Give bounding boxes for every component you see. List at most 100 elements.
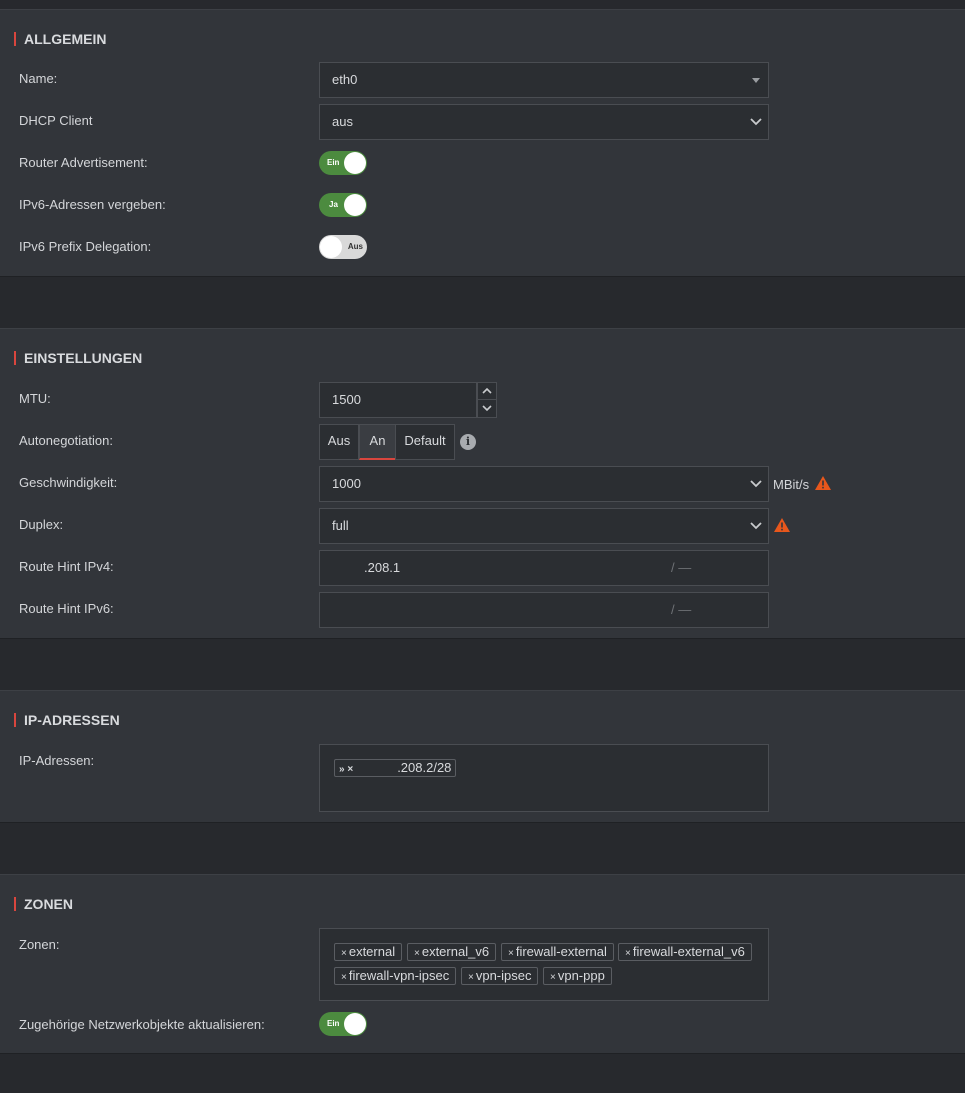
zones-label: Zonen:: [19, 937, 60, 952]
zones-box[interactable]: × external × external_v6 × firewall-externa…: [319, 928, 769, 1001]
close-icon[interactable]: ×: [550, 972, 556, 983]
zone-tag[interactable]: × firewall-external: [501, 943, 614, 961]
mtu-label: MTU:: [19, 391, 51, 406]
spinner-down-icon[interactable]: [478, 400, 496, 417]
zone-tag-label: vpn-ipsec: [475, 968, 532, 983]
zone-tag-label: external_v6: [421, 944, 490, 959]
duplex-select[interactable]: full: [319, 508, 769, 544]
route-v4-value: .208.1: [364, 560, 401, 575]
router-adv-toggle[interactable]: Ein: [319, 151, 367, 175]
ip-addresses-box[interactable]: » × .208.2/28: [319, 744, 769, 812]
row-speed: Geschwindigkeit: 1000 MBit/s: [0, 466, 965, 502]
route-v4-input[interactable]: .208.1 / —: [319, 550, 769, 586]
chevron-down-icon: [750, 509, 762, 543]
zone-tag[interactable]: × external_v6: [407, 943, 497, 961]
row-mtu: MTU: 1500: [0, 382, 965, 418]
spinner-up-icon[interactable]: [478, 383, 496, 400]
section-title: ZONEN: [14, 897, 73, 911]
ipv6-addr-toggle[interactable]: Ja: [319, 193, 367, 217]
toggle-text: Ein: [327, 1019, 340, 1028]
route-v4-prefix-suffix: / —: [671, 560, 692, 575]
masked-address: [353, 760, 398, 772]
ip-address-value: .208.2/28: [397, 760, 452, 775]
caret-down-icon: [752, 78, 760, 83]
autoneg-option-an[interactable]: An: [359, 424, 396, 460]
zone-tag[interactable]: × external: [334, 943, 403, 961]
toggle-knob: [320, 236, 342, 258]
info-icon[interactable]: i: [460, 434, 476, 450]
row-router-advertisement: Router Advertisement: Ein: [0, 146, 965, 182]
panel-ip-adressen: IP-ADRESSEN IP-Adressen: » × .208.2/28: [0, 690, 965, 823]
row-ipv6-addresses: IPv6-Adressen vergeben: Ja: [0, 188, 965, 224]
speed-unit: MBit/s: [773, 477, 810, 492]
close-icon[interactable]: ×: [341, 948, 347, 959]
name-select[interactable]: eth0: [319, 62, 769, 98]
name-label: Name:: [19, 71, 58, 86]
dhcp-value: aus: [332, 114, 353, 129]
row-dhcp: DHCP Client aus: [0, 104, 965, 140]
ipv6-addr-label: IPv6-Adressen vergeben:: [19, 197, 166, 212]
update-label: Zugehörige Netzwerkobjekte aktualisieren…: [19, 1017, 265, 1032]
close-icon[interactable]: ×: [625, 948, 631, 959]
row-ip-addresses: IP-Adressen: » × .208.2/28: [0, 744, 965, 812]
route-v6-prefix-suffix: / —: [671, 602, 692, 617]
zone-tag-label: vpn-ppp: [557, 968, 605, 983]
zone-tag[interactable]: × vpn-ppp: [543, 967, 612, 985]
toggle-text: Aus: [347, 242, 363, 251]
row-autonegotiation: Autonegotiation: Aus An Default i: [0, 424, 965, 460]
duplex-label: Duplex:: [19, 517, 64, 532]
row-duplex: Duplex: full: [0, 508, 965, 544]
close-icon[interactable]: ×: [341, 972, 347, 983]
toggle-knob: [344, 152, 366, 174]
row-ipv6-prefix: IPv6 Prefix Delegation: Aus: [0, 230, 965, 266]
ipv6-prefix-label: IPv6 Prefix Delegation:: [19, 239, 152, 254]
autoneg-option-default[interactable]: Default: [395, 424, 455, 460]
zone-tag-label: firewall-vpn-ipsec: [348, 968, 450, 983]
row-name: Name: eth0: [0, 62, 965, 98]
zone-tag-label: firewall-external: [515, 944, 607, 959]
router-adv-label: Router Advertisement:: [19, 155, 148, 170]
route-v6-label: Route Hint IPv6:: [19, 601, 114, 616]
panel-einstellungen: EINSTELLUNGEN MTU: 1500 Autonegotiation:…: [0, 328, 965, 639]
mtu-input[interactable]: 1500: [319, 382, 477, 418]
section-title: ALLGEMEIN: [14, 32, 106, 46]
dhcp-select[interactable]: aus: [319, 104, 769, 140]
section-title: EINSTELLUNGEN: [14, 351, 142, 365]
zone-tag[interactable]: × firewall-external_v6: [618, 943, 752, 961]
warning-icon[interactable]: [814, 475, 832, 494]
name-value: eth0: [332, 72, 358, 87]
zone-tag-label: firewall-external_v6: [632, 944, 745, 959]
chevron-down-icon: [750, 467, 762, 501]
close-icon[interactable]: ×: [468, 972, 474, 983]
row-route-hint-ipv6: Route Hint IPv6: / —: [0, 592, 965, 628]
mtu-spinner: [477, 382, 497, 418]
row-zones: Zonen: × external × external_v6 × firewall-…: [0, 928, 965, 1001]
section-title: IP-ADRESSEN: [14, 713, 120, 727]
expand-icon[interactable]: » ×: [339, 764, 353, 775]
close-icon[interactable]: ×: [508, 948, 514, 959]
row-update-network-objects: Zugehörige Netzwerkobjekte aktualisieren…: [0, 1010, 965, 1046]
close-icon[interactable]: ×: [414, 948, 420, 959]
route-v6-input[interactable]: / —: [319, 592, 769, 628]
autoneg-label: Autonegotiation:: [19, 433, 113, 448]
update-toggle[interactable]: Ein: [319, 1012, 367, 1036]
ipv6-prefix-toggle[interactable]: Aus: [319, 235, 367, 259]
dhcp-label: DHCP Client: [19, 113, 93, 128]
zone-tag[interactable]: × firewall-vpn-ipsec: [334, 967, 457, 985]
speed-select[interactable]: 1000: [319, 466, 769, 502]
chevron-down-icon: [750, 105, 762, 139]
speed-value: 1000: [332, 476, 361, 491]
warning-icon[interactable]: [773, 517, 791, 536]
panel-allgemein: ALLGEMEIN Name: eth0 DHCP Client aus Rou…: [0, 9, 965, 277]
ip-addresses-label: IP-Adressen:: [19, 753, 95, 768]
zone-tag[interactable]: × vpn-ipsec: [461, 967, 539, 985]
zone-tag-label: external: [348, 944, 396, 959]
duplex-value: full: [332, 518, 349, 533]
toggle-text: Ein: [327, 158, 340, 167]
ip-address-tag[interactable]: » × .208.2/28: [334, 759, 457, 777]
row-route-hint-ipv4: Route Hint IPv4: .208.1 / —: [0, 550, 965, 586]
toggle-text: Ja: [329, 200, 338, 209]
toggle-knob: [344, 1013, 366, 1035]
speed-label: Geschwindigkeit:: [19, 475, 118, 490]
autoneg-option-aus[interactable]: Aus: [319, 424, 359, 460]
